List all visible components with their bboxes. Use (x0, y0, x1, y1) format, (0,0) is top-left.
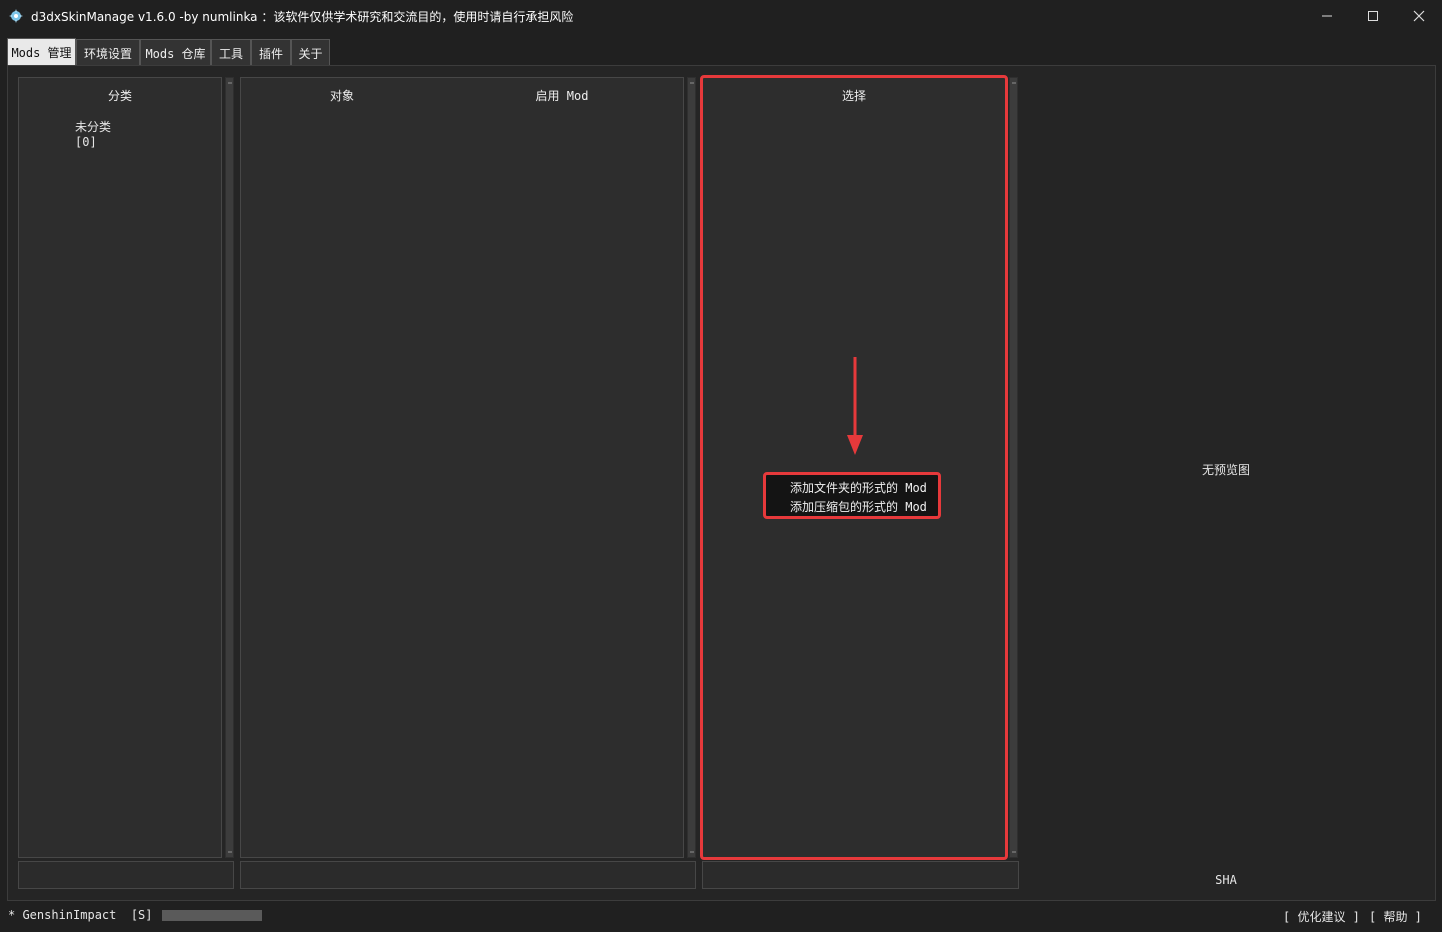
tab-tools[interactable]: 工具 (211, 39, 251, 66)
tab-plugins[interactable]: 插件 (251, 39, 291, 66)
close-icon (1413, 10, 1425, 21)
category-filter-box[interactable] (18, 861, 234, 889)
menu-item-add-folder-mod[interactable]: 添加文件夹的形式的 Mod (790, 479, 927, 496)
object-filter-box[interactable] (240, 861, 696, 889)
maximize-icon (1368, 10, 1378, 21)
select-filter-box[interactable] (702, 861, 1019, 889)
category-list[interactable] (18, 77, 222, 858)
help-link[interactable]: [ 帮助 ] (1369, 908, 1422, 925)
select-scrollbar[interactable] (1009, 77, 1018, 858)
status-game-info: * GenshinImpact [S] - (8, 908, 175, 922)
maximize-button[interactable] (1350, 0, 1396, 31)
category-item-uncategorized[interactable]: 未分类 [0] (75, 118, 111, 149)
window-title: d3dxSkinManage v1.6.0 -by numlinka ：该软件仅… (31, 10, 574, 24)
object-list[interactable] (240, 77, 684, 858)
tab-mods-repository[interactable]: Mods 仓库 (140, 39, 211, 66)
tab-environment[interactable]: 环境设置 (76, 39, 140, 66)
category-scrollbar[interactable] (225, 77, 234, 858)
enabled-mod-column-header[interactable]: 启用 Mod (522, 87, 602, 104)
object-column-header[interactable]: 对象 (312, 87, 372, 104)
suggestion-link[interactable]: [ 优化建议 ] (1283, 908, 1360, 925)
progress-bar (162, 910, 262, 921)
category-header[interactable]: 分类 (18, 87, 222, 104)
menu-item-add-archive-mod[interactable]: 添加压缩包的形式的 Mod (790, 498, 927, 515)
minimize-button[interactable] (1304, 0, 1350, 31)
app-logo-icon (8, 8, 24, 24)
category-item-name: 未分类 (75, 120, 112, 134)
tab-about[interactable]: 关于 (291, 39, 330, 66)
close-button[interactable] (1396, 0, 1442, 31)
tab-mods-manage[interactable]: Mods 管理 (7, 38, 76, 66)
highlight-frame (700, 75, 1008, 860)
arrow-down-icon (847, 357, 863, 455)
no-preview-label: 无预览图 (1201, 463, 1250, 477)
sha-label: SHA (1215, 873, 1237, 887)
object-scrollbar[interactable] (687, 77, 696, 858)
category-item-count: [0] (75, 135, 97, 149)
minimize-icon (1322, 15, 1332, 16)
